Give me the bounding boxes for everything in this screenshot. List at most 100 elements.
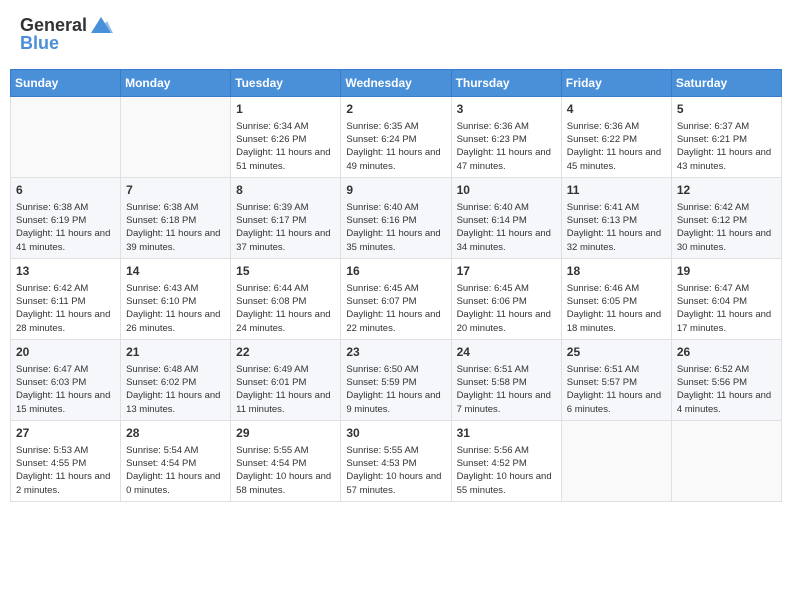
calendar-cell: 4Sunrise: 6:36 AMSunset: 6:22 PMDaylight… — [561, 97, 671, 178]
cell-info: Sunrise: 6:40 AMSunset: 6:14 PMDaylight:… — [457, 201, 556, 254]
day-number: 27 — [16, 425, 115, 442]
cell-info: Sunrise: 6:44 AMSunset: 6:08 PMDaylight:… — [236, 282, 335, 335]
day-header-friday: Friday — [561, 70, 671, 97]
calendar-cell: 29 Sunrise: 5:55 AMSunset: 4:54 PMDayligh… — [231, 420, 341, 501]
cell-info: Sunrise: 6:35 AMSunset: 6:24 PMDaylight:… — [346, 120, 445, 173]
calendar-cell: 5 Sunrise: 6:37 AMSunset: 6:21 PMDaylight… — [671, 97, 781, 178]
cell-info: Sunrise: 5:56 AMSunset: 4:52 PMDaylight:… — [457, 444, 556, 497]
calendar-cell: 23 Sunrise: 6:50 AMSunset: 5:59 PMDayligh… — [341, 339, 451, 420]
day-number: 15 — [236, 263, 335, 280]
calendar-cell: 8Sunrise: 6:39 AMSunset: 6:17 PMDaylight… — [231, 177, 341, 258]
day-number: 29 — [236, 425, 335, 442]
cell-info: Sunrise: 5:53 AMSunset: 4:55 PMDaylight:… — [16, 444, 115, 497]
calendar-cell — [671, 420, 781, 501]
cell-info: Sunrise: 6:47 AMSunset: 6:04 PMDaylight:… — [677, 282, 776, 335]
calendar-cell: 18Sunrise: 6:46 AMSunset: 6:05 PMDayligh… — [561, 258, 671, 339]
calendar-cell: 22 Sunrise: 6:49 AMSunset: 6:01 PMDayligh… — [231, 339, 341, 420]
calendar-cell: 12Sunrise: 6:42 AMSunset: 6:12 PMDayligh… — [671, 177, 781, 258]
calendar-cell: 31 Sunrise: 5:56 AMSunset: 4:52 PMDayligh… — [451, 420, 561, 501]
logo: General Blue — [20, 15, 115, 54]
calendar-cell: 27 Sunrise: 5:53 AMSunset: 4:55 PMDayligh… — [11, 420, 121, 501]
day-number: 26 — [677, 344, 776, 361]
calendar-table: SundayMondayTuesdayWednesdayThursdayFrid… — [10, 69, 782, 502]
day-number: 9 — [346, 182, 445, 199]
calendar-cell — [11, 97, 121, 178]
cell-info: Sunrise: 6:40 AMSunset: 6:16 PMDaylight:… — [346, 201, 445, 254]
cell-info: Sunrise: 6:45 AMSunset: 6:07 PMDaylight:… — [346, 282, 445, 335]
cell-info: Sunrise: 5:54 AMSunset: 4:54 PMDaylight:… — [126, 444, 225, 497]
calendar-cell — [121, 97, 231, 178]
day-number: 11 — [567, 182, 666, 199]
cell-info: Sunrise: 6:42 AMSunset: 6:11 PMDaylight:… — [16, 282, 115, 335]
day-number: 18 — [567, 263, 666, 280]
cell-info: Sunrise: 6:36 AMSunset: 6:22 PMDaylight:… — [567, 120, 666, 173]
day-header-tuesday: Tuesday — [231, 70, 341, 97]
cell-info: Sunrise: 6:45 AMSunset: 6:06 PMDaylight:… — [457, 282, 556, 335]
calendar-week-4: 20 Sunrise: 6:47 AMSunset: 6:03 PMDayligh… — [11, 339, 782, 420]
calendar-cell: 2 Sunrise: 6:35 AMSunset: 6:24 PMDaylight… — [341, 97, 451, 178]
cell-info: Sunrise: 6:51 AMSunset: 5:58 PMDaylight:… — [457, 363, 556, 416]
calendar-cell: 9 Sunrise: 6:40 AMSunset: 6:16 PMDaylight… — [341, 177, 451, 258]
calendar-week-2: 6 Sunrise: 6:38 AMSunset: 6:19 PMDaylight… — [11, 177, 782, 258]
page-header: General Blue — [10, 10, 782, 59]
calendar-cell: 3 Sunrise: 6:36 AMSunset: 6:23 PMDaylight… — [451, 97, 561, 178]
calendar-cell: 6 Sunrise: 6:38 AMSunset: 6:19 PMDaylight… — [11, 177, 121, 258]
day-number: 22 — [236, 344, 335, 361]
day-number: 13 — [16, 263, 115, 280]
day-number: 25 — [567, 344, 666, 361]
calendar-cell: 24 Sunrise: 6:51 AMSunset: 5:58 PMDayligh… — [451, 339, 561, 420]
calendar-cell: 16 Sunrise: 6:45 AMSunset: 6:07 PMDayligh… — [341, 258, 451, 339]
day-number: 19 — [677, 263, 776, 280]
cell-info: Sunrise: 6:37 AMSunset: 6:21 PMDaylight:… — [677, 120, 776, 173]
calendar-cell: 17 Sunrise: 6:45 AMSunset: 6:06 PMDayligh… — [451, 258, 561, 339]
day-number: 23 — [346, 344, 445, 361]
calendar-cell: 26 Sunrise: 6:52 AMSunset: 5:56 PMDayligh… — [671, 339, 781, 420]
calendar-week-1: 1Sunrise: 6:34 AMSunset: 6:26 PMDaylight… — [11, 97, 782, 178]
calendar-cell: 28Sunrise: 5:54 AMSunset: 4:54 PMDayligh… — [121, 420, 231, 501]
cell-info: Sunrise: 6:43 AMSunset: 6:10 PMDaylight:… — [126, 282, 225, 335]
cell-info: Sunrise: 6:51 AMSunset: 5:57 PMDaylight:… — [567, 363, 666, 416]
cell-info: Sunrise: 6:34 AMSunset: 6:26 PMDaylight:… — [236, 120, 335, 173]
cell-info: Sunrise: 6:50 AMSunset: 5:59 PMDaylight:… — [346, 363, 445, 416]
day-number: 30 — [346, 425, 445, 442]
day-number: 31 — [457, 425, 556, 442]
day-number: 17 — [457, 263, 556, 280]
day-number: 16 — [346, 263, 445, 280]
day-header-thursday: Thursday — [451, 70, 561, 97]
calendar-week-5: 27 Sunrise: 5:53 AMSunset: 4:55 PMDayligh… — [11, 420, 782, 501]
cell-info: Sunrise: 6:47 AMSunset: 6:03 PMDaylight:… — [16, 363, 115, 416]
calendar-cell: 25 Sunrise: 6:51 AMSunset: 5:57 PMDayligh… — [561, 339, 671, 420]
cell-info: Sunrise: 6:38 AMSunset: 6:19 PMDaylight:… — [16, 201, 115, 254]
day-number: 8 — [236, 182, 335, 199]
day-number: 20 — [16, 344, 115, 361]
calendar-cell: 11 Sunrise: 6:41 AMSunset: 6:13 PMDayligh… — [561, 177, 671, 258]
calendar-cell: 15 Sunrise: 6:44 AMSunset: 6:08 PMDayligh… — [231, 258, 341, 339]
day-header-saturday: Saturday — [671, 70, 781, 97]
calendar-cell: 1Sunrise: 6:34 AMSunset: 6:26 PMDaylight… — [231, 97, 341, 178]
calendar-cell: 10 Sunrise: 6:40 AMSunset: 6:14 PMDayligh… — [451, 177, 561, 258]
day-number: 6 — [16, 182, 115, 199]
cell-info: Sunrise: 6:42 AMSunset: 6:12 PMDaylight:… — [677, 201, 776, 254]
day-number: 5 — [677, 101, 776, 118]
cell-info: Sunrise: 6:41 AMSunset: 6:13 PMDaylight:… — [567, 201, 666, 254]
cell-info: Sunrise: 6:52 AMSunset: 5:56 PMDaylight:… — [677, 363, 776, 416]
day-number: 10 — [457, 182, 556, 199]
calendar-cell: 7 Sunrise: 6:38 AMSunset: 6:18 PMDaylight… — [121, 177, 231, 258]
day-header-monday: Monday — [121, 70, 231, 97]
day-number: 7 — [126, 182, 225, 199]
day-number: 2 — [346, 101, 445, 118]
calendar-cell: 13 Sunrise: 6:42 AMSunset: 6:11 PMDayligh… — [11, 258, 121, 339]
cell-info: Sunrise: 5:55 AMSunset: 4:54 PMDaylight:… — [236, 444, 335, 497]
day-number: 24 — [457, 344, 556, 361]
calendar-cell: 20 Sunrise: 6:47 AMSunset: 6:03 PMDayligh… — [11, 339, 121, 420]
cell-info: Sunrise: 6:49 AMSunset: 6:01 PMDaylight:… — [236, 363, 335, 416]
calendar-cell — [561, 420, 671, 501]
day-number: 3 — [457, 101, 556, 118]
calendar-header: SundayMondayTuesdayWednesdayThursdayFrid… — [11, 70, 782, 97]
calendar-week-3: 13 Sunrise: 6:42 AMSunset: 6:11 PMDayligh… — [11, 258, 782, 339]
calendar-cell: 14Sunrise: 6:43 AMSunset: 6:10 PMDayligh… — [121, 258, 231, 339]
cell-info: Sunrise: 6:36 AMSunset: 6:23 PMDaylight:… — [457, 120, 556, 173]
cell-info: Sunrise: 6:38 AMSunset: 6:18 PMDaylight:… — [126, 201, 225, 254]
day-number: 21 — [126, 344, 225, 361]
calendar-cell: 19 Sunrise: 6:47 AMSunset: 6:04 PMDayligh… — [671, 258, 781, 339]
